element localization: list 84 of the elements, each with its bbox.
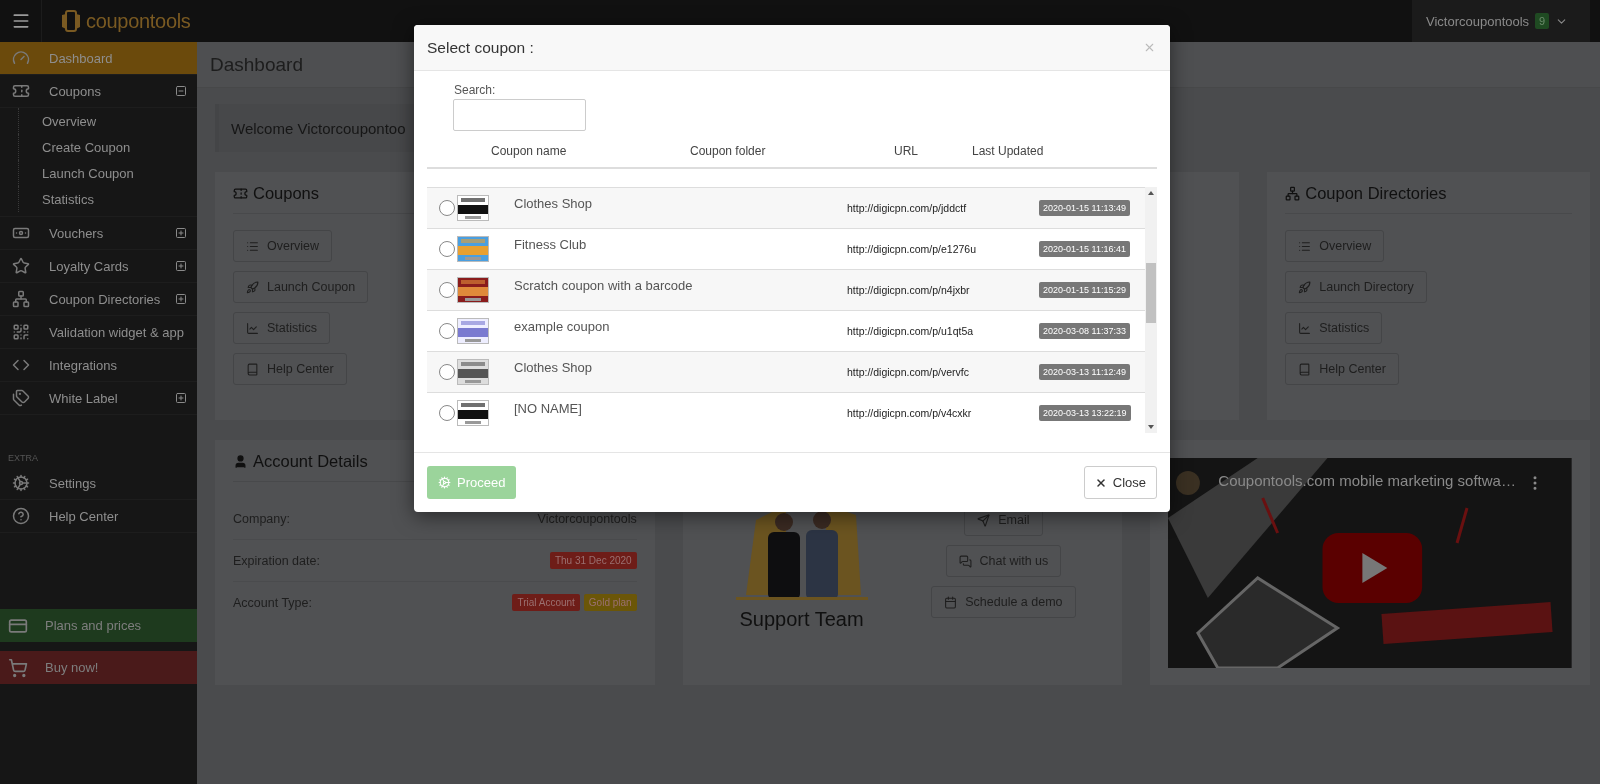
column-header[interactable]: URL	[894, 144, 972, 158]
sidebar-item[interactable]: Coupons	[0, 75, 197, 108]
ticket-icon	[233, 186, 248, 201]
sidebar-subitem[interactable]: Create Coupon	[18, 134, 197, 160]
user-menu[interactable]: Victorcoupontools 9	[1412, 0, 1590, 42]
coupon-url: http://digicpn.com/p/u1qt5a	[847, 325, 975, 337]
sitemap-icon	[12, 290, 30, 308]
scrollbar[interactable]	[1145, 187, 1157, 433]
rocket-icon	[1298, 280, 1312, 294]
tags-icon	[12, 389, 30, 407]
coupon-url: http://digicpn.com/p/vervfc	[847, 366, 970, 378]
date-badge: 2020-01-15 11:16:41	[1039, 241, 1130, 257]
status-badge: Gold plan	[583, 594, 637, 611]
section-label: EXTRA	[7, 453, 39, 463]
notification-count: 9	[1535, 13, 1550, 29]
book-icon	[246, 362, 259, 376]
coupon-logo-icon	[60, 9, 82, 33]
star-icon	[12, 257, 30, 275]
chat-icon	[958, 554, 972, 568]
radio-button[interactable]	[439, 200, 455, 216]
sidebar-subitem[interactable]: Statistics	[18, 186, 197, 212]
sidebar-item[interactable]: White Label	[0, 382, 197, 415]
ticket-icon	[12, 82, 30, 100]
line-chart-icon	[1298, 321, 1312, 335]
coupon-name: Clothes Shop	[514, 360, 594, 375]
cart-icon	[8, 657, 28, 678]
user-icon	[233, 454, 248, 469]
help-icon	[12, 507, 30, 525]
coupon-url: http://digicpn.com/p/e1276u	[847, 243, 977, 255]
date-badge: 2020-03-08 11:37:33	[1039, 323, 1130, 339]
video-title[interactable]: Coupontools.com mobile marketing softwa…	[1218, 472, 1516, 489]
radio-button[interactable]	[439, 364, 455, 380]
logo[interactable]: coupontools	[60, 9, 191, 33]
rocket-icon	[246, 280, 259, 294]
sidebar-item[interactable]: Validation widget & app	[0, 316, 197, 349]
coupon-name: Fitness Club	[514, 237, 588, 252]
date-badge: 2020-03-13 13:22:19	[1039, 405, 1131, 421]
status-badge: Trial Account	[512, 594, 580, 611]
sidebar-item[interactable]: Settings	[0, 467, 197, 500]
coupon-url: http://digicpn.com/p/n4jxbr	[847, 284, 971, 296]
cogs-icon	[12, 474, 30, 492]
coupon-name: [NO NAME]	[514, 401, 583, 416]
coupon-name: example coupon	[514, 319, 611, 334]
line-chart-icon	[246, 321, 259, 335]
promo-link[interactable]: Buy now!	[0, 651, 197, 684]
close-icon	[1094, 476, 1107, 489]
radio-button[interactable]	[439, 241, 455, 257]
collapse-icon[interactable]	[175, 85, 187, 97]
caption: Support Team	[739, 608, 864, 631]
gauge-icon	[12, 49, 30, 67]
status-badge: Thu 31 Dec 2020	[549, 552, 637, 569]
date-badge: 2020-03-13 11:12:49	[1039, 364, 1130, 380]
sidebar-item[interactable]: Coupon Directories	[0, 283, 197, 316]
coupon-url: http://digicpn.com/p/jddctf	[847, 202, 968, 214]
sidebar-item[interactable]: Loyalty Cards	[0, 250, 197, 283]
radio-button[interactable]	[439, 405, 455, 421]
sidebar-subitem[interactable]: Launch Coupon	[18, 160, 197, 186]
send-icon	[977, 513, 991, 527]
sidebar-item[interactable]: Vouchers	[0, 217, 197, 250]
close-button[interactable]: Close	[1083, 466, 1157, 499]
radio-button[interactable]	[439, 323, 455, 339]
expand-icon[interactable]	[175, 260, 187, 272]
search-field[interactable]	[453, 99, 586, 131]
date-badge: 2020-01-15 11:13:49	[1039, 200, 1130, 216]
sidebar-subitem[interactable]: Overview	[18, 108, 197, 134]
expand-icon[interactable]	[175, 392, 187, 404]
promo-link[interactable]: Plans and prices	[0, 609, 197, 642]
sitemap-icon	[1285, 186, 1301, 201]
calendar-icon	[944, 595, 958, 609]
coupon-name: Scratch coupon with a barcode	[514, 278, 694, 293]
date-badge: 2020-01-15 11:15:29	[1039, 282, 1130, 298]
card-title: Coupon Directories	[1285, 184, 1572, 214]
book-icon	[1298, 362, 1312, 376]
sidebar-item[interactable]: Integrations	[0, 349, 197, 382]
radio-button[interactable]	[439, 282, 455, 298]
cogs-icon	[438, 476, 451, 489]
expand-icon[interactable]	[175, 293, 187, 305]
coupon-url: http://digicpn.com/p/v4cxkr	[847, 407, 973, 419]
sidebar-item[interactable]: Help Center	[0, 500, 197, 533]
expand-icon[interactable]	[175, 227, 187, 239]
list-icon	[1298, 239, 1312, 253]
column-header[interactable]: Last Updated	[972, 144, 1157, 158]
qr-code-icon	[12, 323, 30, 341]
list-icon	[246, 239, 259, 253]
